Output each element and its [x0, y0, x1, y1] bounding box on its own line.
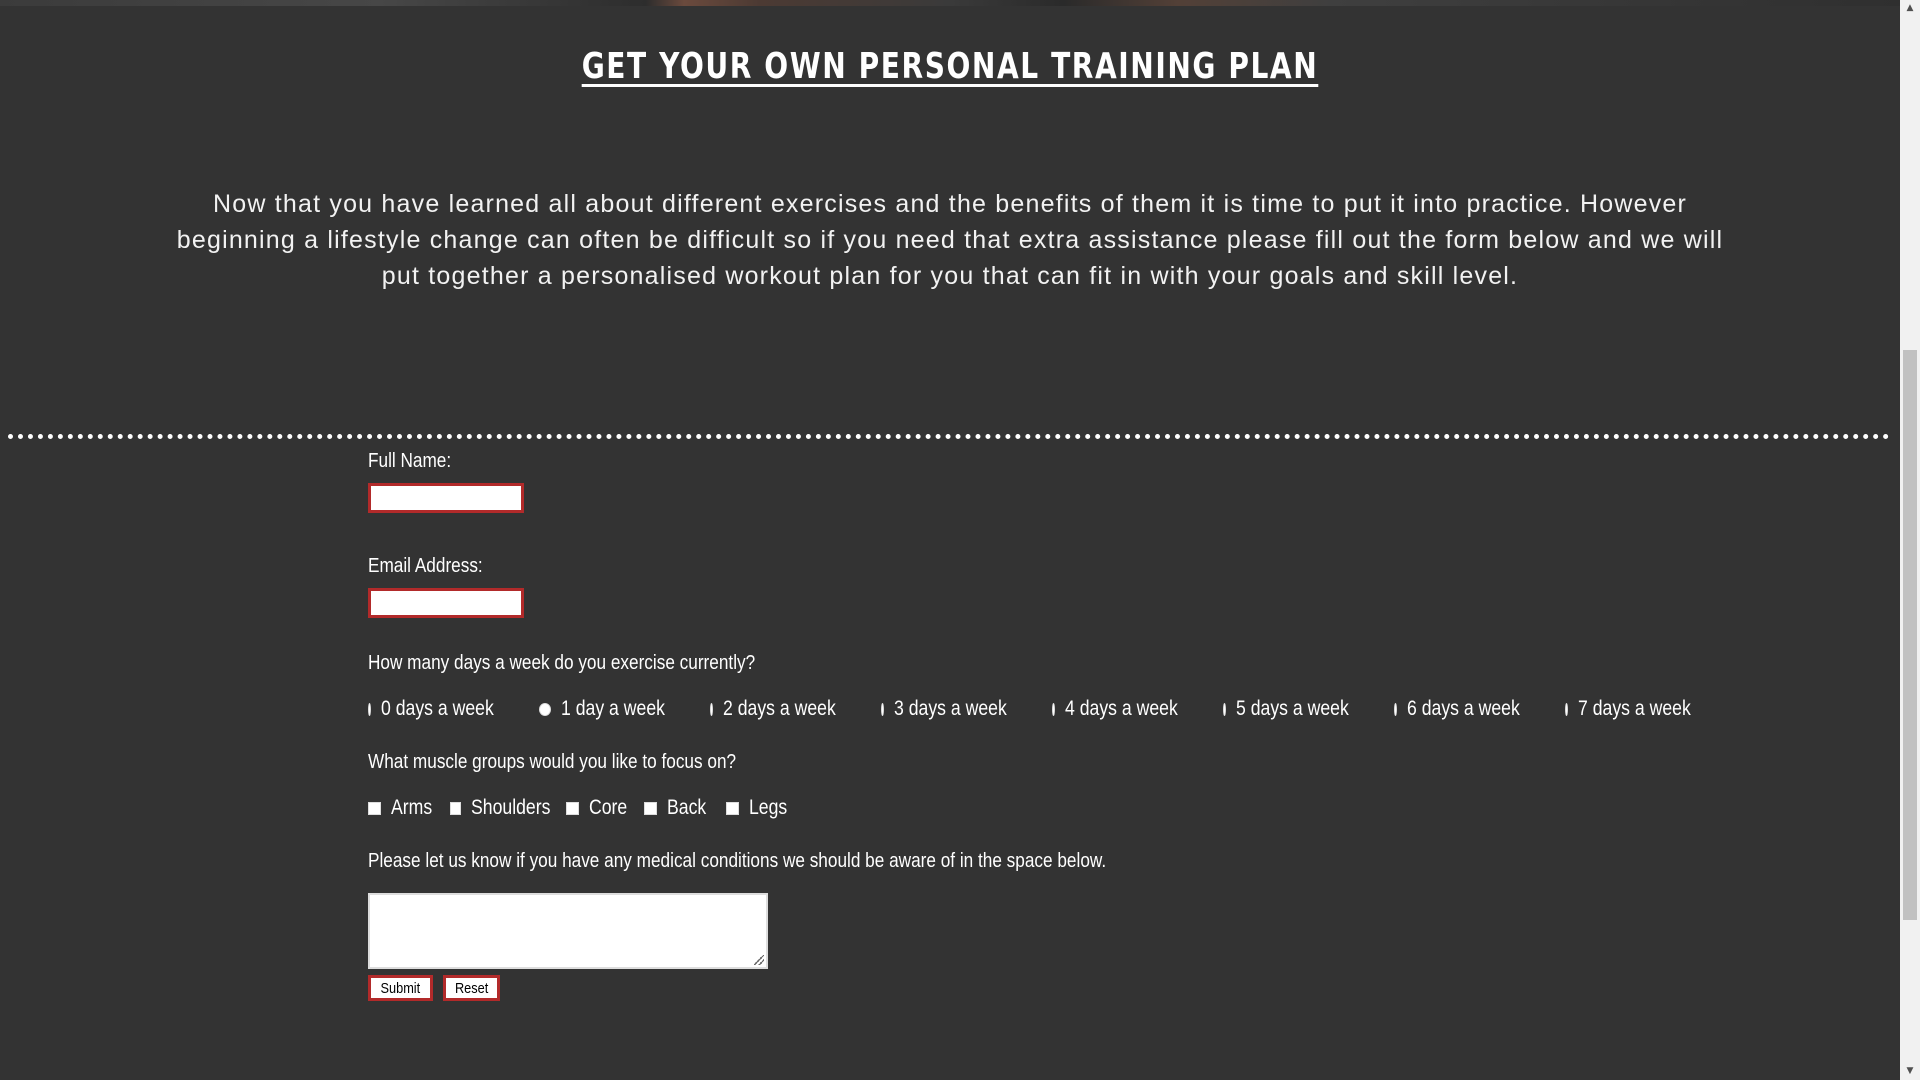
- muscle-option-label: Legs: [749, 796, 788, 819]
- full-name-label: Full Name:: [368, 450, 452, 472]
- radio-button[interactable]: [1394, 702, 1397, 716]
- email-group: Email Address:: [368, 555, 1668, 618]
- resize-grip-icon[interactable]: [754, 955, 764, 965]
- radio-button[interactable]: [368, 702, 371, 716]
- page-heading: GET YOUR OWN PERSONAL TRAINING PLAN: [581, 46, 1319, 87]
- reset-button-label: Reset: [454, 979, 488, 997]
- page: GET YOUR OWN PERSONAL TRAINING PLAN Now …: [0, 0, 1900, 1080]
- days-option-label: 6 days a week: [1406, 697, 1520, 720]
- medical-question: Please let us know if you have any medic…: [368, 850, 1107, 872]
- full-name-group: Full Name:: [368, 450, 1668, 513]
- medical-conditions-textarea[interactable]: [368, 893, 768, 969]
- scrollbar-thumb[interactable]: [1903, 350, 1917, 920]
- submit-button[interactable]: Submit: [368, 975, 433, 1001]
- checkbox[interactable]: [644, 801, 657, 815]
- radio-button[interactable]: [1052, 702, 1055, 716]
- checkbox[interactable]: [368, 801, 381, 815]
- triangle-down-icon[interactable]: ▼: [1900, 1063, 1920, 1080]
- muscle-option-label: Shoulders: [471, 796, 551, 819]
- days-option-6[interactable]: 6 days a week: [1394, 697, 1541, 721]
- days-option-label: 7 days a week: [1577, 697, 1691, 720]
- checkbox[interactable]: [450, 801, 462, 815]
- muscle-option-label: Core: [589, 796, 628, 819]
- muscle-question: What muscle groups would you like to foc…: [368, 751, 737, 773]
- muscle-option-label: Arms: [391, 796, 433, 819]
- days-option-label: 0 days a week: [380, 697, 494, 720]
- muscle-option-core[interactable]: Core: [566, 796, 644, 820]
- triangle-up-icon[interactable]: ▲: [1900, 0, 1920, 17]
- days-option-0[interactable]: 0 days a week: [368, 697, 515, 721]
- submit-button-label: Submit: [380, 979, 421, 997]
- checkbox[interactable]: [566, 801, 579, 815]
- muscle-checkbox-group: Arms Shoulders Core Back Legs: [368, 796, 1668, 820]
- radio-button[interactable]: [881, 702, 884, 716]
- full-name-input[interactable]: [368, 483, 524, 513]
- radio-button[interactable]: [1223, 702, 1226, 716]
- days-option-label: 2 days a week: [722, 697, 836, 720]
- days-option-label: 4 days a week: [1064, 697, 1178, 720]
- days-option-label: 5 days a week: [1235, 697, 1349, 720]
- muscle-option-arms[interactable]: Arms: [368, 796, 450, 820]
- muscle-option-shoulders[interactable]: Shoulders: [450, 796, 566, 820]
- radio-button[interactable]: [710, 702, 713, 716]
- training-plan-form: Full Name: Email Address: How many days …: [368, 450, 1691, 1001]
- reset-button[interactable]: Reset: [442, 975, 500, 1001]
- days-option-2[interactable]: 2 days a week: [710, 697, 857, 721]
- days-option-label: 3 days a week: [893, 697, 1007, 720]
- checkbox[interactable]: [726, 801, 739, 815]
- intro-paragraph: Now that you have learned all about diff…: [176, 190, 1724, 290]
- email-input[interactable]: [368, 588, 524, 618]
- days-question: How many days a week do you exercise cur…: [368, 652, 756, 674]
- muscle-option-back[interactable]: Back: [644, 796, 726, 820]
- dotted-divider: [8, 434, 1890, 439]
- vertical-scrollbar[interactable]: ▲ ▼: [1900, 0, 1920, 1080]
- muscle-option-legs[interactable]: Legs: [726, 796, 796, 820]
- days-option-7[interactable]: 7 days a week: [1565, 697, 1712, 721]
- muscle-option-label: Back: [667, 796, 707, 819]
- form-buttons: Submit Reset: [368, 975, 1668, 1001]
- email-label: Email Address:: [368, 555, 483, 577]
- days-radio-group: 0 days a week 1 day a week 2 days a week…: [368, 697, 1691, 721]
- days-option-1[interactable]: 1 day a week: [539, 697, 686, 721]
- hero-image-bottom-edge: [0, 0, 1900, 6]
- days-option-label: 1 day a week: [561, 697, 666, 720]
- radio-button[interactable]: [539, 702, 552, 716]
- days-option-4[interactable]: 4 days a week: [1052, 697, 1199, 721]
- days-option-3[interactable]: 3 days a week: [881, 697, 1028, 721]
- radio-button[interactable]: [1565, 702, 1568, 716]
- days-option-5[interactable]: 5 days a week: [1223, 697, 1370, 721]
